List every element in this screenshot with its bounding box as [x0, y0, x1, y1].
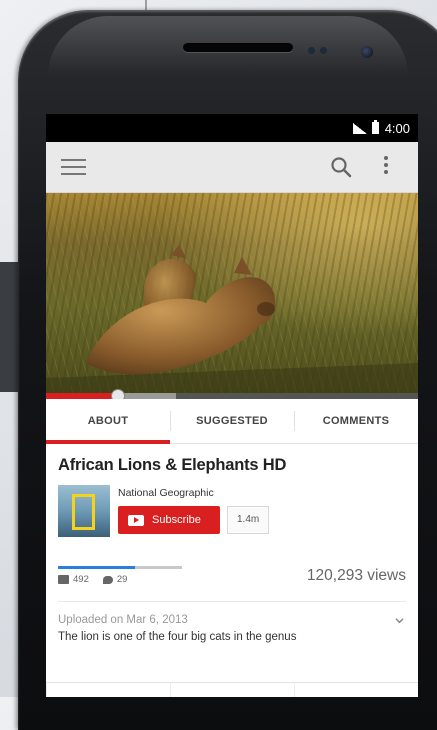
channel-name[interactable]: National Geographic: [118, 487, 269, 499]
earpiece-speaker: [183, 43, 293, 52]
likes-ratio-fill: [58, 566, 135, 569]
subscribe-button[interactable]: Subscribe: [118, 506, 220, 534]
video-frame-lions: [46, 245, 418, 399]
hamburger-icon[interactable]: [61, 159, 86, 176]
comment-count: 29: [116, 574, 128, 585]
video-player[interactable]: [46, 193, 418, 399]
likes-ratio-bar: [58, 566, 182, 569]
description-section[interactable]: Uploaded on Mar 6, 2013 The lion is one …: [58, 602, 406, 643]
signal-icon: [352, 122, 367, 134]
status-time: 4:00: [384, 120, 410, 136]
app-bar: [46, 142, 418, 193]
tab-about[interactable]: ABOUT: [46, 399, 170, 444]
thumbs-up-icon[interactable]: [58, 575, 69, 584]
bottom-action-1[interactable]: [46, 683, 170, 697]
tab-bar: ABOUT SUGGESTED COMMENTS: [46, 399, 418, 444]
like-count: 492: [73, 574, 89, 585]
comment-icon[interactable]: [102, 575, 113, 584]
subscribe-label: Subscribe: [152, 514, 201, 526]
about-panel: African Lions & Elephants HD National Ge…: [46, 456, 418, 643]
view-count: 120,293 views: [306, 567, 406, 584]
search-icon[interactable]: [330, 156, 352, 178]
upload-date: Uploaded on Mar 6, 2013: [58, 614, 188, 626]
bottom-action-row: [46, 682, 418, 697]
light-sensor: [320, 47, 327, 54]
youtube-play-icon: [128, 514, 144, 526]
channel-row: National Geographic Subscribe 1.4m: [58, 485, 406, 537]
bottom-action-3[interactable]: [294, 683, 418, 697]
video-title: African Lions & Elephants HD: [58, 456, 287, 474]
chevron-down-icon[interactable]: [395, 616, 404, 625]
proximity-sensor: [308, 47, 315, 54]
front-camera: [361, 46, 373, 58]
tab-comments[interactable]: COMMENTS: [294, 399, 418, 443]
nat-geo-logo: [72, 494, 95, 530]
description-text: The lion is one of the four big cats in …: [58, 631, 297, 643]
scrubber-handle[interactable]: [110, 389, 125, 399]
channel-avatar[interactable]: [58, 485, 110, 537]
stats-row: 492 29 120,293 views: [58, 559, 406, 585]
status-bar: 4:00: [46, 114, 418, 142]
battery-icon: [371, 120, 379, 134]
more-vert-icon[interactable]: [382, 156, 390, 178]
bottom-action-2[interactable]: [170, 683, 294, 697]
tab-suggested[interactable]: SUGGESTED: [170, 399, 294, 443]
phone-screen: 4:00 ABOUT SUGGESTED COMMENTS African Li…: [46, 114, 418, 697]
subscriber-count: 1.4m: [227, 506, 270, 534]
